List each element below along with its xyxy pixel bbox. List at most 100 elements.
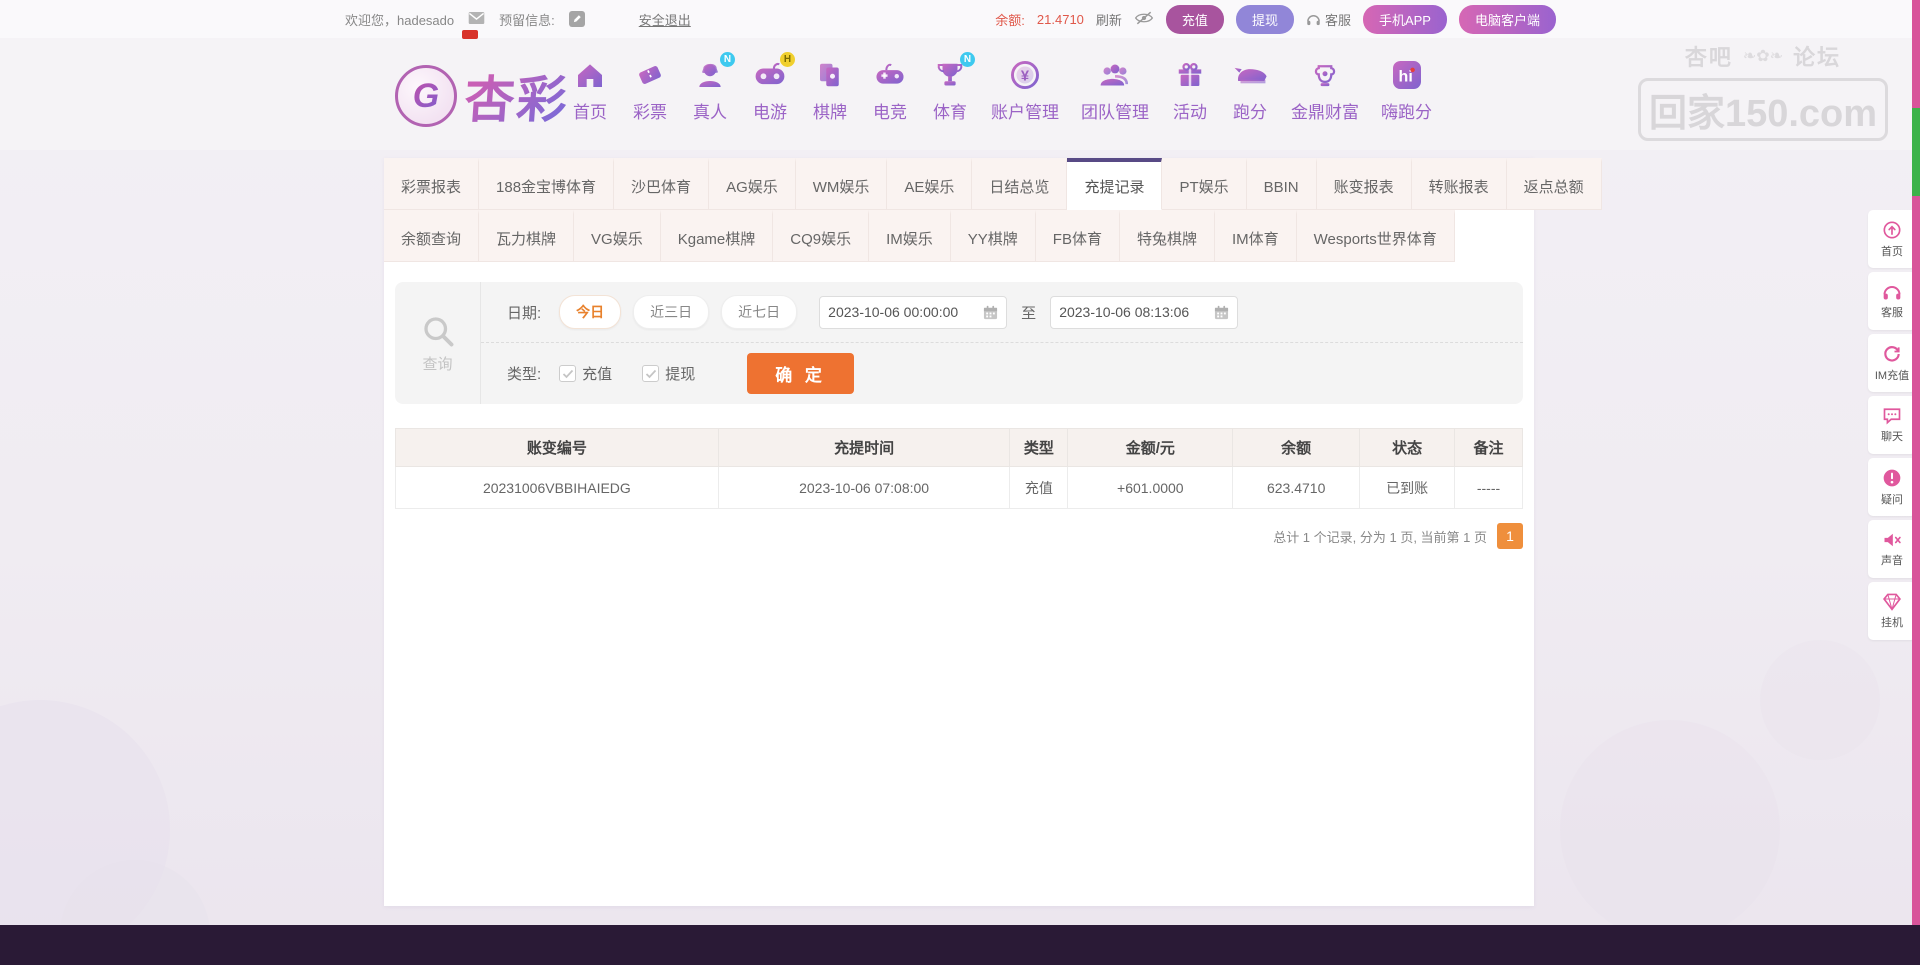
forum-watermark: 杏吧 ❧✿❧ 论坛 回家150.com <box>1638 40 1888 141</box>
tab-zhangbian-baobiao[interactable]: 账变报表 <box>1317 158 1412 210</box>
tab-im-tiyu[interactable]: IM体育 <box>1215 210 1297 262</box>
type-withdraw-checkbox-group[interactable]: 提现 <box>642 363 695 384</box>
svg-text:hi: hi <box>1398 69 1412 86</box>
sidebar-label: 聊天 <box>1881 428 1903 444</box>
tab-ae-yule[interactable]: AE娱乐 <box>887 158 972 210</box>
message-envelope-icon[interactable] <box>468 11 485 28</box>
page-root: 欢迎您，hadesado 预留信息: 安全退出 余额: 21.4710 刷新 充… <box>0 0 1920 965</box>
tab-wesports[interactable]: Wesports世界体育 <box>1297 210 1455 262</box>
cell-record-time: 2023-10-06 07:08:00 <box>718 467 1010 509</box>
sidebar-item-question[interactable]: 疑问 <box>1868 458 1916 516</box>
quick-3days-button[interactable]: 近三日 <box>633 295 709 329</box>
query-label: 查询 <box>422 353 452 374</box>
date-to-input[interactable]: 2023-10-06 08:13:06 <box>1050 296 1238 329</box>
nav-item-sports[interactable]: N 体育 <box>920 56 980 123</box>
mobile-app-button[interactable]: 手机APP <box>1363 5 1447 34</box>
edit-pencil-icon[interactable] <box>569 11 585 27</box>
tab-yue-chaxun[interactable]: 余额查询 <box>384 210 479 262</box>
tab-yy-qipai[interactable]: YY棋牌 <box>951 210 1036 262</box>
sidebar-label: IM充值 <box>1875 367 1909 383</box>
to-label: 至 <box>1021 302 1036 323</box>
page-1-button[interactable]: 1 <box>1497 523 1523 549</box>
tab-tetu-qipai[interactable]: 特兔棋牌 <box>1120 210 1215 262</box>
cell-record-type: 充值 <box>1010 467 1068 509</box>
badge-n: N <box>720 52 735 67</box>
customer-service-link[interactable]: 客服 <box>1306 10 1351 29</box>
col-header-remark: 备注 <box>1455 429 1523 467</box>
nav-item-paofen[interactable]: 跑分 <box>1220 56 1280 123</box>
reserved-info-label: 预留信息: <box>499 10 555 29</box>
logo-emblem-icon: G <box>395 65 457 127</box>
tab-pt-yule[interactable]: PT娱乐 <box>1162 158 1246 210</box>
date-from-value: 2023-10-06 00:00:00 <box>828 304 958 320</box>
top-bar: 欢迎您，hadesado 预留信息: 安全退出 余额: 21.4710 刷新 充… <box>0 0 1920 38</box>
back-top-icon <box>1882 220 1902 240</box>
welcome-text: 欢迎您，hadesado <box>345 10 454 29</box>
tab-row-2: 余额查询 瓦力棋牌 VG娱乐 Kgame棋牌 CQ9娱乐 IM娱乐 YY棋牌 F… <box>384 210 1534 262</box>
diamond-icon <box>1882 592 1902 611</box>
pc-client-button[interactable]: 电脑客户端 <box>1459 5 1556 34</box>
tab-bbin[interactable]: BBIN <box>1247 158 1317 210</box>
nav-item-promotions[interactable]: 活动 <box>1160 56 1220 123</box>
recharge-button[interactable]: 充值 <box>1166 5 1224 34</box>
sidebar-item-service[interactable]: 客服 <box>1868 272 1916 330</box>
tab-fandian-zonge[interactable]: 返点总额 <box>1507 158 1602 210</box>
nav-item-boardgames[interactable]: 棋牌 <box>800 56 860 123</box>
type-recharge-checkbox-group[interactable]: 充值 <box>559 363 612 384</box>
quick-7days-button[interactable]: 近七日 <box>721 295 797 329</box>
sidebar-item-chat[interactable]: 聊天 <box>1868 396 1916 454</box>
date-from-input[interactable]: 2023-10-06 00:00:00 <box>819 296 1007 329</box>
sound-mute-icon <box>1882 531 1902 549</box>
quick-today-button[interactable]: 今日 <box>559 295 621 329</box>
question-icon <box>1882 468 1902 488</box>
tab-ag-yule[interactable]: AG娱乐 <box>709 158 796 210</box>
tab-im-yule[interactable]: IM娱乐 <box>869 210 951 262</box>
sidebar-item-idle[interactable]: 挂机 <box>1868 582 1916 640</box>
tab-caipiao-baobiao[interactable]: 彩票报表 <box>384 158 479 210</box>
tab-cq9-yule[interactable]: CQ9娱乐 <box>773 210 869 262</box>
col-header-balance: 余额 <box>1233 429 1360 467</box>
tab-chongti-jilu-active[interactable]: 充提记录 <box>1067 158 1162 210</box>
scrollbar-thumb[interactable] <box>1912 108 1920 196</box>
background-decoration <box>1760 640 1880 760</box>
sidebar-item-sound[interactable]: 声音 <box>1868 520 1916 578</box>
nav-item-jinding[interactable]: 金鼎财富 <box>1280 56 1370 123</box>
tab-188jinbaobo[interactable]: 188金宝博体育 <box>479 158 614 210</box>
tab-kgame-qipai[interactable]: Kgame棋牌 <box>661 210 774 262</box>
tab-rijie-zonglan[interactable]: 日结总览 <box>972 158 1067 210</box>
site-logo[interactable]: G 杏彩 <box>395 60 569 132</box>
recharge-checkbox[interactable] <box>559 365 576 382</box>
logout-link[interactable]: 安全退出 <box>639 10 691 29</box>
tab-zhuanzhang-baobiao[interactable]: 转账报表 <box>1412 158 1507 210</box>
table-header-row: 账变编号 充提时间 类型 金额/元 余额 状态 备注 <box>396 429 1523 467</box>
refresh-balance-link[interactable]: 刷新 <box>1096 10 1122 29</box>
nav-item-esports[interactable]: 电竞 <box>860 56 920 123</box>
nav-item-egames[interactable]: H 电游 <box>740 56 800 123</box>
tab-shaba-tiyu[interactable]: 沙巴体育 <box>614 158 709 210</box>
tab-vg-yule[interactable]: VG娱乐 <box>574 210 661 262</box>
main-panel: 彩票报表 188金宝博体育 沙巴体育 AG娱乐 WM娱乐 AE娱乐 日结总览 充… <box>384 158 1534 906</box>
withdraw-checkbox[interactable] <box>642 365 659 382</box>
watermark-left-text: 杏吧 <box>1685 40 1733 72</box>
rhino-icon <box>1231 61 1269 89</box>
withdraw-button[interactable]: 提现 <box>1236 5 1294 34</box>
nav-item-live[interactable]: N 真人 <box>680 56 740 123</box>
eye-off-icon[interactable] <box>1134 10 1154 29</box>
col-header-type: 类型 <box>1010 429 1068 467</box>
col-header-id: 账变编号 <box>396 429 719 467</box>
nav-item-team[interactable]: 团队管理 <box>1070 56 1160 123</box>
sidebar-item-home[interactable]: 首页 <box>1868 210 1916 268</box>
tab-fb-tiyu[interactable]: FB体育 <box>1036 210 1120 262</box>
sidebar-item-im-recharge[interactable]: IM充值 <box>1868 334 1916 392</box>
hi-app-icon: hi <box>1391 59 1423 91</box>
treasure-urn-icon <box>1310 59 1340 91</box>
confirm-button[interactable]: 确 定 <box>747 353 854 394</box>
nav-item-account[interactable]: ¥ 账户管理 <box>980 56 1070 123</box>
nav-item-lottery[interactable]: 彩票 <box>620 56 680 123</box>
sidebar-label: 客服 <box>1881 304 1903 320</box>
nav-item-home[interactable]: 首页 <box>560 56 620 123</box>
nav-item-hipaofen[interactable]: hi 嗨跑分 <box>1370 56 1443 123</box>
page-scrollbar[interactable] <box>1912 0 1920 965</box>
tab-wali-qipai[interactable]: 瓦力棋牌 <box>479 210 574 262</box>
tab-wm-yule[interactable]: WM娱乐 <box>796 158 888 210</box>
